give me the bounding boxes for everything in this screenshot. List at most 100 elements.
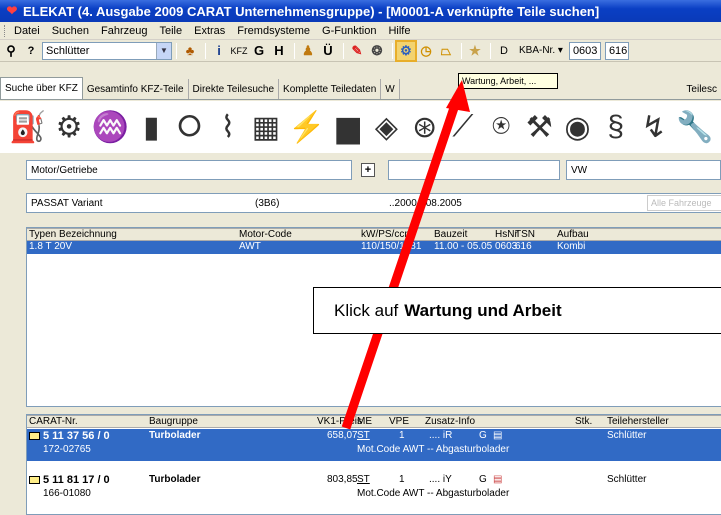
g-button[interactable]: G bbox=[250, 42, 268, 60]
u-button[interactable]: Ü bbox=[319, 42, 337, 60]
engine-icon[interactable]: ⛽ bbox=[9, 108, 46, 146]
model-field[interactable]: PASSAT Variant (3B6) ..2000 - 08.2005 ▼ … bbox=[26, 193, 721, 213]
col-tsn[interactable]: TSN bbox=[515, 229, 535, 240]
menu-fremdsysteme[interactable]: Fremdsysteme bbox=[237, 25, 310, 37]
document-icon[interactable]: ▤ bbox=[493, 430, 502, 441]
model-code: (3B6) bbox=[255, 197, 280, 209]
menu-datei[interactable]: Datei bbox=[14, 25, 40, 37]
brand-field[interactable]: VW bbox=[566, 160, 721, 180]
vehicle-grid-header: Typen Bezeichnung Motor-Code kW/PS/ccm B… bbox=[27, 228, 721, 241]
vehicle-period: 11.00 - 05.05 bbox=[434, 241, 493, 252]
col-me[interactable]: ME bbox=[357, 416, 372, 427]
brake-icon[interactable]: ◉ bbox=[562, 108, 592, 146]
tab-suche-ueber-kfz[interactable]: Suche über KFZ bbox=[0, 77, 83, 99]
col-bauzeit[interactable]: Bauzeit bbox=[434, 229, 467, 240]
menu-extras[interactable]: Extras bbox=[194, 25, 225, 37]
wiper-icon[interactable]: ⟋ bbox=[448, 108, 478, 146]
part-row[interactable]: 5 11 81 17 / 0 166-01080 Turbolader 803,… bbox=[27, 473, 721, 503]
part-price: 658,07 bbox=[327, 430, 358, 441]
menu-fahrzeug[interactable]: Fahrzeug bbox=[101, 25, 147, 37]
h-button[interactable]: H bbox=[270, 42, 288, 60]
menu-teile[interactable]: Teile bbox=[159, 25, 182, 37]
menu-g-funktion[interactable]: G-Funktion bbox=[322, 25, 376, 37]
catalog-icon[interactable]: ♣ bbox=[181, 42, 199, 60]
tab-wartung[interactable]: W bbox=[381, 79, 400, 99]
part-note: Mot.Code AWT -- Abgasturbolader bbox=[357, 444, 510, 455]
d-button[interactable]: D bbox=[495, 42, 513, 60]
suspension-icon[interactable]: ⌇ bbox=[213, 108, 243, 146]
belt-icon[interactable]: ⭘ bbox=[174, 108, 204, 146]
chevron-down-icon[interactable]: ▼ bbox=[156, 42, 171, 59]
help-icon[interactable]: ? bbox=[22, 42, 40, 60]
hose-icon[interactable]: ↯ bbox=[639, 108, 669, 146]
tab-gesamtinfo[interactable]: Gesamtinfo KFZ-Teile bbox=[83, 79, 189, 99]
tab-strip: Suche über KFZ Gesamtinfo KFZ-Teile Dire… bbox=[0, 77, 721, 100]
wrench-icon[interactable]: 🔧 bbox=[676, 108, 713, 146]
menu-suchen[interactable]: Suchen bbox=[52, 25, 89, 37]
exhaust-icon[interactable]: ♒ bbox=[92, 108, 129, 146]
clock-icon[interactable]: ◷ bbox=[417, 42, 435, 60]
kba-dropdown[interactable]: KBA-Nr. ▾ bbox=[519, 42, 563, 60]
kba-hsn-field[interactable]: 0603 bbox=[568, 41, 601, 60]
col-aufbau[interactable]: Aufbau bbox=[557, 229, 589, 240]
steering-icon[interactable]: ⍟ bbox=[486, 108, 516, 146]
manufacturer-select[interactable]: Schlütter ▼ bbox=[42, 41, 172, 60]
wheel-icon[interactable]: ⊛ bbox=[410, 108, 440, 146]
gearbox-icon[interactable]: ⚙ bbox=[54, 108, 84, 146]
part-sub-nr: 172-02765 bbox=[43, 444, 91, 455]
tire-icon[interactable]: ❂ bbox=[368, 42, 386, 60]
col-baugruppe[interactable]: Baugruppe bbox=[149, 416, 198, 427]
add-group-button[interactable]: + bbox=[361, 163, 375, 177]
separator bbox=[294, 42, 295, 59]
tool-icon[interactable]: ⚒ bbox=[524, 108, 554, 146]
car-icon[interactable]: ⏢ bbox=[437, 42, 455, 60]
maintenance-work-icon[interactable]: ⚙ bbox=[395, 39, 417, 62]
separator bbox=[392, 42, 393, 59]
part-info: .... iY bbox=[429, 474, 452, 485]
ignition-icon[interactable]: ⚡ bbox=[288, 108, 325, 146]
group-field[interactable]: Motor/Getriebe bbox=[26, 160, 352, 180]
tab-direkte-teilesuche[interactable]: Direkte Teilesuche bbox=[189, 79, 280, 99]
tab-teilesuche[interactable]: Teilesc bbox=[682, 79, 721, 99]
part-status-icon bbox=[29, 432, 40, 440]
oil-can-icon[interactable]: ✎ bbox=[348, 42, 366, 60]
favorite-star-icon[interactable]: ★ bbox=[466, 42, 484, 60]
vehicle-type: 1.8 T 20V bbox=[29, 241, 72, 252]
col-stk[interactable]: Stk. bbox=[575, 416, 592, 427]
kba-tsn-field[interactable]: 616 bbox=[604, 41, 629, 60]
col-carat-nr[interactable]: CARAT-Nr. bbox=[29, 416, 78, 427]
kba-tsn-value: 616 bbox=[608, 44, 628, 57]
vehicle-motor: AWT bbox=[239, 241, 261, 252]
kfz-button[interactable]: KFZ bbox=[230, 42, 248, 60]
info-icon[interactable]: i bbox=[210, 42, 228, 60]
cooling-icon[interactable]: ▦ bbox=[251, 108, 281, 146]
col-vk1-preis[interactable]: VK1-Preis bbox=[317, 416, 362, 427]
col-vpe[interactable]: VPE bbox=[389, 416, 409, 427]
clutch-icon[interactable]: ◈ bbox=[371, 108, 401, 146]
kba-label: KBA-Nr. bbox=[519, 45, 556, 56]
col-zusatz-info[interactable]: Zusatz-Info bbox=[425, 416, 475, 427]
document-icon[interactable]: ▤ bbox=[493, 474, 502, 485]
binoculars-icon[interactable]: ⚲ bbox=[2, 42, 20, 60]
tab-komplette-teiledaten[interactable]: Komplette Teiledaten bbox=[279, 79, 382, 99]
vehicle-row-selected[interactable]: 1.8 T 20V AWT 110/150/1781 11.00 - 05.05… bbox=[27, 241, 721, 254]
part-sub-nr: 166-01080 bbox=[43, 488, 91, 499]
battery-icon[interactable]: ▆ bbox=[333, 108, 363, 146]
col-motor-code[interactable]: Motor-Code bbox=[239, 229, 292, 240]
toolbar-spacer bbox=[0, 62, 721, 78]
col-typen[interactable]: Typen Bezeichnung bbox=[29, 229, 117, 240]
manufacturer-value: Schlütter bbox=[46, 44, 90, 57]
menu-grip[interactable] bbox=[4, 24, 10, 37]
menu-hilfe[interactable]: Hilfe bbox=[388, 25, 410, 37]
all-vehicles-button[interactable]: Alle Fahrzeuge bbox=[647, 195, 721, 211]
group-detail-field[interactable] bbox=[388, 160, 560, 180]
filter-icon[interactable]: ▮ bbox=[136, 108, 166, 146]
spring-icon[interactable]: § bbox=[601, 108, 631, 146]
part-nr: 5 11 37 56 / 0 bbox=[43, 430, 110, 442]
col-kw-ps[interactable]: kW/PS/ccm bbox=[361, 229, 413, 240]
col-teilehersteller[interactable]: Teilehersteller bbox=[607, 416, 669, 427]
part-g: G bbox=[479, 474, 487, 485]
separator bbox=[343, 42, 344, 59]
person-icon[interactable]: ♟ bbox=[299, 42, 317, 60]
part-row-selected[interactable]: 5 11 37 56 / 0 172-02765 Turbolader 658,… bbox=[27, 429, 721, 461]
